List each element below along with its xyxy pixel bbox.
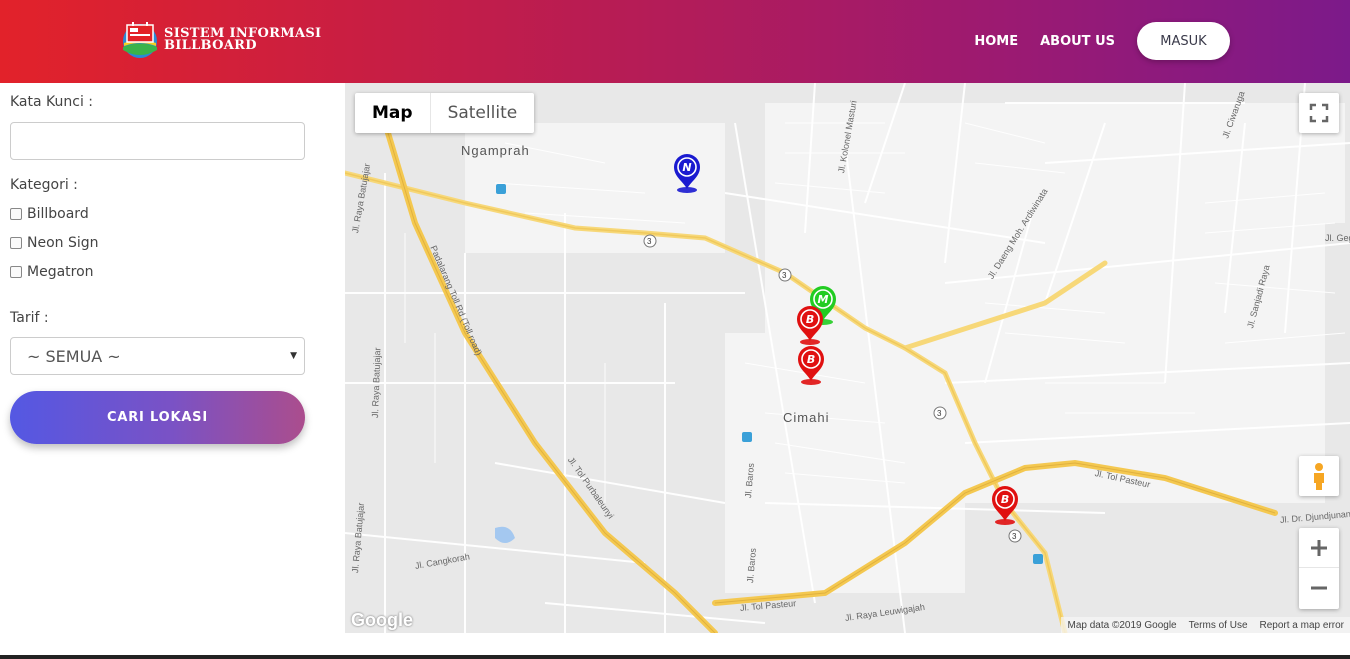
megatron-checkbox-label: Megatron <box>27 264 94 280</box>
zoom-in-button[interactable] <box>1299 528 1339 568</box>
tariff-selected-value: ~ SEMUA ~ <box>27 346 121 366</box>
marker-letter: M <box>818 293 829 306</box>
map-data-credit: Map data ©2019 Google <box>1067 619 1177 631</box>
fullscreen-icon <box>1309 103 1329 123</box>
category-billboard[interactable]: Billboard <box>10 206 89 222</box>
billboard-checkbox[interactable] <box>10 208 22 220</box>
map-canvas[interactable]: 3 3 3 3 Ngamprah Cimahi Padalarang Toll … <box>345 83 1350 633</box>
tariff-label: Tarif : <box>10 310 49 326</box>
map-marker-neon-sign[interactable]: N <box>674 154 700 193</box>
billboard-logo-icon <box>120 20 160 60</box>
megatron-checkbox[interactable] <box>10 266 22 278</box>
report-map-error-link[interactable]: Report a map error <box>1260 620 1344 631</box>
keyword-label: Kata Kunci : <box>10 94 94 110</box>
site-logo[interactable]: SISTEM INFORMASI BILLBOARD <box>120 20 321 60</box>
minus-icon <box>1311 586 1327 590</box>
zoom-control <box>1299 528 1339 609</box>
pegman-icon <box>1314 463 1324 490</box>
marker-letter: N <box>682 161 691 174</box>
keyword-input[interactable] <box>10 122 305 160</box>
map-attribution: Map data ©2019 Google Terms of Use Repor… <box>1061 617 1350 633</box>
tariff-select[interactable]: ~ SEMUA ~ ▼ <box>10 337 305 375</box>
billboard-checkbox-label: Billboard <box>27 206 89 222</box>
login-button[interactable]: MASUK <box>1137 22 1230 60</box>
map-marker-billboard[interactable]: B <box>798 346 824 385</box>
top-navbar: SISTEM INFORMASI BILLBOARD HOME ABOUT US… <box>0 0 1350 83</box>
map-type-satellite-button[interactable]: Satellite <box>431 93 535 133</box>
marker-letter: B <box>807 353 815 366</box>
fullscreen-button[interactable] <box>1299 93 1339 133</box>
nav-about-us[interactable]: ABOUT US <box>1040 34 1115 49</box>
logo-title-line2: BILLBOARD <box>164 38 257 53</box>
map-markers-layer: NMBBB <box>674 154 1018 525</box>
category-megatron[interactable]: Megatron <box>10 264 94 280</box>
map-marker-billboard[interactable]: B <box>992 486 1018 525</box>
marker-letter: B <box>806 313 814 326</box>
neon-sign-checkbox-label: Neon Sign <box>27 235 99 251</box>
street-view-pegman[interactable] <box>1299 456 1339 496</box>
zoom-out-button[interactable] <box>1299 568 1339 608</box>
terms-of-use-link[interactable]: Terms of Use <box>1189 620 1248 631</box>
plus-icon <box>1311 539 1327 556</box>
nav-home[interactable]: HOME <box>974 34 1018 49</box>
neon-sign-checkbox[interactable] <box>10 237 22 249</box>
dropdown-caret-icon: ▼ <box>290 351 297 361</box>
search-location-button[interactable]: CARI LOKASI <box>10 391 305 444</box>
map-type-map-button[interactable]: Map <box>355 93 431 133</box>
map-marker-billboard[interactable]: B <box>797 306 823 345</box>
category-label: Kategori : <box>10 177 78 193</box>
map-type-control: Map Satellite <box>355 93 535 133</box>
google-logo: Google <box>351 610 413 630</box>
category-neon-sign[interactable]: Neon Sign <box>10 235 99 251</box>
footer-bar <box>0 655 1350 659</box>
marker-letter: B <box>1001 493 1009 506</box>
